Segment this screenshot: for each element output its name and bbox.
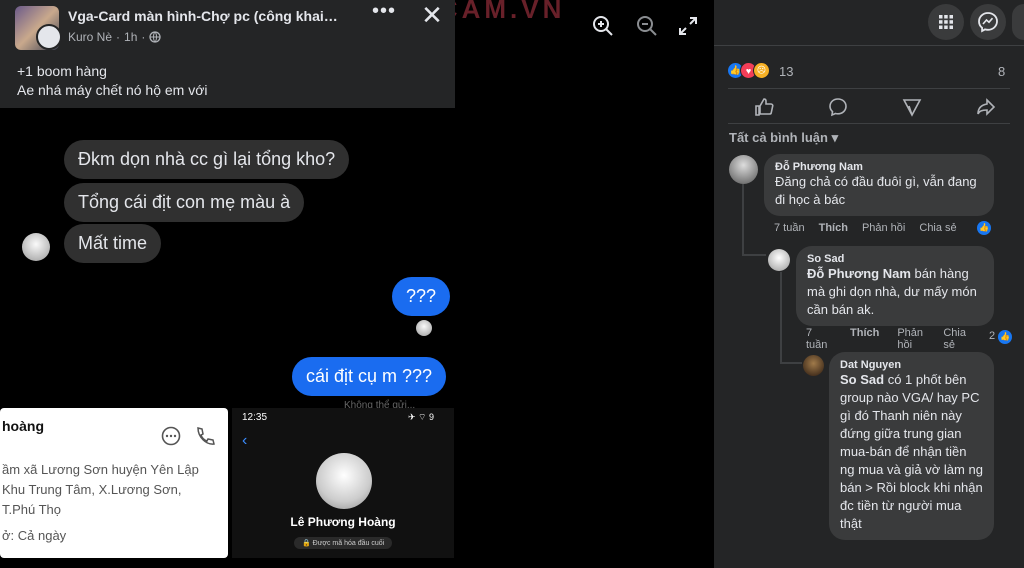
share-link[interactable]: Chia sẻ	[943, 327, 969, 351]
chat-message-sent: ???	[392, 277, 451, 316]
zoom-out-icon[interactable]	[636, 15, 658, 37]
commenter-avatar[interactable]	[729, 155, 758, 184]
contact-hours: ở: Cả ngày	[2, 528, 67, 543]
thread-line	[780, 362, 802, 364]
comment-like-count: 2	[989, 330, 996, 342]
share-icon[interactable]	[976, 97, 996, 117]
phone-icon	[197, 427, 215, 445]
comment-actions: 7 tuần Thích Phản hồi Chia sẻ	[774, 222, 957, 234]
comment-text: So Sad có 1 phốt bên group nào VGA/ hay …	[840, 371, 983, 533]
commenter-name[interactable]: Dat Nguyen	[840, 359, 983, 371]
profile-button[interactable]	[1012, 4, 1024, 40]
like-link[interactable]: Thích	[819, 222, 848, 234]
encryption-badge: 🔒 Được mã hóa đầu cuối	[294, 537, 393, 549]
phone-status-icons: ✈ ⌔ 9	[408, 412, 435, 422]
post-line-1: +1 boom hàng	[17, 63, 107, 79]
comment-count[interactable]: 8	[998, 64, 1005, 79]
comment-bubble: So Sad Đỗ Phương Nam bán hàng mà ghi dọn…	[796, 246, 994, 326]
share-link[interactable]: Chia sẻ	[919, 222, 956, 234]
globe-icon	[149, 31, 162, 43]
commenter-avatar[interactable]	[768, 249, 790, 271]
chat-message: Tổng cái địt con mẹ màu à	[64, 183, 305, 222]
profile-picture	[316, 453, 372, 509]
post-text: +1 boom hàng Ae nhá máy chết nó hộ em vớ…	[17, 62, 208, 100]
meta-dot: ·	[116, 30, 121, 44]
thread-line	[742, 184, 744, 256]
comment-sort-dropdown[interactable]: Tất cả bình luận ▾	[729, 130, 838, 146]
commenter-avatar[interactable]	[803, 355, 824, 376]
comment-time[interactable]: 7 tuần	[806, 327, 832, 351]
comment-text: Đỗ Phương Nam bán hàng mà ghi dọn nhà, d…	[807, 265, 983, 319]
comment-time[interactable]: 7 tuần	[774, 222, 805, 234]
phone-profile-screenshot: 12:35 ✈ ⌔ 9 ‹ Lê Phương Hoàng 🔒 Được mã …	[232, 408, 454, 558]
phone-time: 12:35	[242, 412, 268, 423]
zoom-in-icon[interactable]	[592, 15, 614, 37]
like-link[interactable]: Thích	[850, 327, 879, 351]
sad-reaction-icon: ☹	[753, 62, 770, 79]
contact-card: hoàng ầm xã Lương Sơn huyện Yên Lập Khu …	[0, 408, 228, 558]
author-avatar[interactable]	[36, 24, 62, 50]
comment-mention[interactable]: So Sad	[840, 372, 884, 387]
messenger-button[interactable]	[970, 4, 1006, 40]
top-bar	[714, 0, 1024, 46]
chat-message-sent: cái địt cụ m ???	[292, 357, 447, 396]
contact-name: hoàng	[2, 418, 44, 434]
profile-name: Lê Phương Hoàng	[290, 515, 396, 529]
post-meta: Kuro Nè · 1h ·	[68, 30, 162, 44]
thread-line	[780, 272, 782, 364]
like-icon[interactable]	[754, 97, 774, 117]
close-button[interactable]: ✕	[418, 2, 446, 30]
fullscreen-icon[interactable]	[679, 17, 697, 35]
send-icon[interactable]	[902, 97, 922, 117]
chat-message: Đkm dọn nhà cc gì lại tổng kho?	[64, 140, 350, 179]
comment-actions: 7 tuần Thích Phản hồi Chia sẻ	[806, 327, 969, 351]
post-line-2: Ae nhá máy chết nó hộ em với	[17, 82, 208, 98]
more-options-button[interactable]: •••	[372, 0, 396, 23]
author-name[interactable]: Kuro Nè	[68, 30, 112, 44]
thread-line	[742, 254, 766, 256]
comment-text: Đăng chả có đầu đuôi gì, vẫn đang đi học…	[775, 174, 977, 207]
reaction-icons[interactable]: 👍 ♥ ☹	[727, 62, 770, 79]
reply-link[interactable]: Phản hồi	[897, 327, 925, 351]
action-row	[728, 88, 1010, 124]
comment-mention[interactable]: Đỗ Phương Nam	[807, 266, 911, 281]
post-header: Vga-Card màn hình-Chợ pc (công khai gi..…	[0, 0, 455, 108]
chat-avatar	[22, 233, 50, 261]
comment-body: có 1 phốt bên group nào VGA/ hay PC gì đ…	[840, 372, 983, 531]
chat-bubble-icon	[161, 426, 181, 446]
reply-link[interactable]: Phản hồi	[862, 222, 905, 234]
messenger-icon	[978, 12, 998, 33]
back-arrow-icon: ‹	[242, 432, 248, 449]
post-time[interactable]: 1h	[124, 30, 137, 44]
comment-like-icon: 👍	[977, 221, 991, 235]
meta-dot-2: ·	[141, 30, 146, 44]
chat-screenshot: Đkm dọn nhà cc gì lại tổng kho? Tổng cái…	[0, 108, 455, 411]
seen-avatar	[416, 320, 432, 336]
contact-address: ầm xã Lương Sơn huyện Yên Lập Khu Trung …	[2, 462, 199, 517]
chat-message: Mất time	[64, 224, 162, 263]
comment-like-icon: 👍	[998, 330, 1012, 344]
group-name[interactable]: Vga-Card màn hình-Chợ pc (công khai gi..…	[68, 8, 338, 24]
grid-menu-icon	[939, 15, 953, 29]
comment-bubble: Đỗ Phương Nam Đăng chả có đầu đuôi gì, v…	[764, 154, 994, 216]
comment-icon[interactable]	[828, 97, 848, 117]
menu-button[interactable]	[928, 4, 964, 40]
reaction-count[interactable]: 13	[779, 64, 793, 79]
commenter-name[interactable]: Đỗ Phương Nam	[775, 161, 983, 173]
commenter-name[interactable]: So Sad	[807, 253, 983, 265]
comment-bubble: Dat Nguyen So Sad có 1 phốt bên group nà…	[829, 352, 994, 540]
